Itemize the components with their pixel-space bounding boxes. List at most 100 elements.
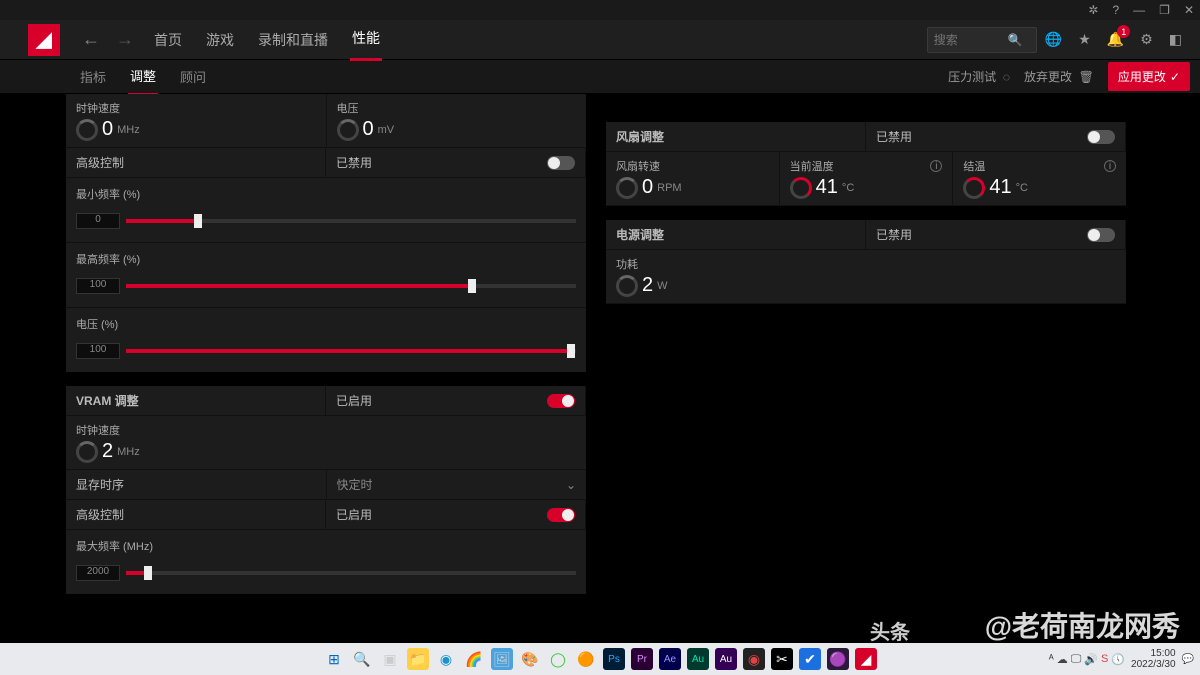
search-icon[interactable]: 🔍 [1008,33,1023,47]
amd-taskbar-icon[interactable]: ◢ [855,648,877,670]
voltage-pct-slider[interactable] [126,349,576,353]
voltage-value: 0 [363,118,374,141]
capcut-icon[interactable]: ✂ [771,648,793,670]
clock-speed-unit: MHz [117,124,140,136]
current-temp-unit: °C [842,182,854,194]
info-icon[interactable]: i [1104,160,1116,172]
tray-notifications-icon[interactable]: 💬 [1182,654,1194,665]
davinci-icon[interactable]: ◉ [743,648,765,670]
voltage-pct-input[interactable]: 100 [76,343,120,359]
power-tuning-panel: 电源调整 已禁用 功耗 2 W [606,220,1126,304]
voltage-dial-icon [337,119,359,141]
current-temp-cell: 当前温度i 41 °C [780,152,954,205]
min-freq-slider[interactable] [126,219,576,223]
memory-timing-select[interactable]: 快定时⌄ [327,470,587,499]
fan-tuning-status: 已禁用 [866,122,1126,151]
tray-icons[interactable]: ᴬ☁🖵🔊S🕔 [1049,653,1125,666]
globe-icon[interactable]: 🌐 [1045,31,1062,48]
chevron-down-icon: ⌄ [566,478,576,492]
power-tuning-toggle[interactable] [1087,228,1115,242]
vram-adv-status: 已启用 [326,500,586,529]
apply-button[interactable]: 应用更改 ✓ [1108,62,1190,91]
app-icon-4[interactable]: ✔ [799,648,821,670]
power-usage-value: 2 [642,274,653,297]
tray-datetime[interactable]: 15:002022/3/30 [1131,648,1176,670]
search-box[interactable]: 🔍 [927,27,1037,53]
vram-tuning-toggle[interactable] [547,394,575,408]
dock-icon[interactable]: ◧ [1169,31,1182,48]
vram-clock-dial-icon [76,441,98,463]
subnav-metrics[interactable]: 指标 [78,59,108,94]
search-icon[interactable]: 🔍 [351,648,373,670]
subnav-tuning[interactable]: 调整 [128,58,158,96]
minimize-icon[interactable]: — [1133,3,1145,17]
gear-icon[interactable]: ⚙ [1140,31,1153,48]
help-icon[interactable]: ? [1112,3,1119,17]
content: 时钟速度 0 MHz 电压 0 mV 高级控制 已禁用 [0,94,1200,641]
min-freq-input[interactable]: 0 [76,213,120,229]
vram-maxfreq-label: 最大频率 (MHz) [76,538,576,554]
chrome-icon[interactable]: 🌈 [463,648,485,670]
vram-maxfreq-slider[interactable] [126,571,576,575]
clock-speed-cell: 时钟速度 0 MHz [66,94,327,147]
watermark-left: 头条 [870,616,910,645]
advanced-control-label: 高级控制 [66,148,326,177]
window-titlebar: ✲ ? — ❐ ✕ [0,0,1200,20]
photos-icon[interactable]: 🖼 [491,648,513,670]
max-freq-input[interactable]: 100 [76,278,120,294]
fan-tuning-toggle[interactable] [1087,130,1115,144]
au-icon[interactable]: Au [687,648,709,670]
start-icon[interactable]: ⊞ [323,648,345,670]
subnav-advisor[interactable]: 顾问 [178,59,208,94]
nav-forward-icon[interactable]: → [116,29,134,50]
ps-icon[interactable]: Ps [603,648,625,670]
vram-tuning-panel: VRAM 调整 已启用 时钟速度 2 MHz 显存时序 快定时⌄ [66,386,586,594]
junction-temp-cell: 结温 i 41 °C [953,152,1126,205]
stress-test-button[interactable]: 压力测试 ◌ [948,68,1010,85]
min-freq-label: 最小频率 (%) [76,186,576,202]
paint-icon[interactable]: 🎨 [519,648,541,670]
ae-icon[interactable]: Ae [659,648,681,670]
explorer-icon[interactable]: 📁 [407,648,429,670]
voltage-label: 电压 [337,100,577,116]
edge-icon[interactable]: ◉ [435,648,457,670]
taskview-icon[interactable]: ▣ [379,648,401,670]
app-icon-3[interactable]: Au [715,648,737,670]
vram-maxfreq-input[interactable]: 2000 [76,565,120,581]
amd-logo: ◢ [28,24,60,56]
nav-recording[interactable]: 录制和直播 [256,20,330,60]
pr-icon[interactable]: Pr [631,648,653,670]
vram-adv-toggle[interactable] [547,508,575,522]
close-icon[interactable]: ✕ [1184,3,1194,17]
left-column: 时钟速度 0 MHz 电压 0 mV 高级控制 已禁用 [66,94,586,641]
nav-home[interactable]: 首页 [152,20,184,60]
voltage-cell: 电压 0 mV [327,94,587,147]
app-icon-5[interactable]: 🟣 [827,648,849,670]
junction-temp-value: 41 [989,176,1011,199]
current-temp-value: 41 [816,176,838,199]
junction-temp-unit: °C [1016,182,1028,194]
app-icon-1[interactable]: ◯ [547,648,569,670]
max-freq-slider[interactable] [126,284,576,288]
advanced-control-toggle[interactable] [547,156,575,170]
settings-icon[interactable]: ✲ [1088,3,1098,17]
junction-temp-label: 结温 [963,158,985,174]
nav-back-icon[interactable]: ← [82,29,100,50]
fan-speed-unit: RPM [657,182,681,194]
min-freq-row: 最小频率 (%) 0 [66,178,586,243]
discard-button[interactable]: 放弃更改 🗑 [1024,68,1094,85]
star-icon[interactable]: ★ [1078,31,1091,48]
nav-performance[interactable]: 性能 [350,18,382,61]
taskbar-icons: ⊞ 🔍 ▣ 📁 ◉ 🌈 🖼 🎨 ◯ 🟠 Ps Pr Ae Au Au ◉ ✂ ✔… [323,648,877,670]
max-freq-label: 最高频率 (%) [76,251,576,267]
search-input[interactable] [934,33,1004,47]
power-usage-unit: W [657,280,667,292]
bell-icon[interactable]: 🔔1 [1107,31,1124,48]
maximize-icon[interactable]: ❐ [1159,3,1170,17]
fan-speed-value: 0 [642,176,653,199]
info-icon[interactable]: i [930,160,942,172]
app-icon-2[interactable]: 🟠 [575,648,597,670]
power-dial-icon [616,275,638,297]
nav-gaming[interactable]: 游戏 [204,20,236,60]
fan-tuning-panel: 风扇调整 已禁用 风扇转速 0 RPM 当前温度i 41 ° [606,122,1126,206]
